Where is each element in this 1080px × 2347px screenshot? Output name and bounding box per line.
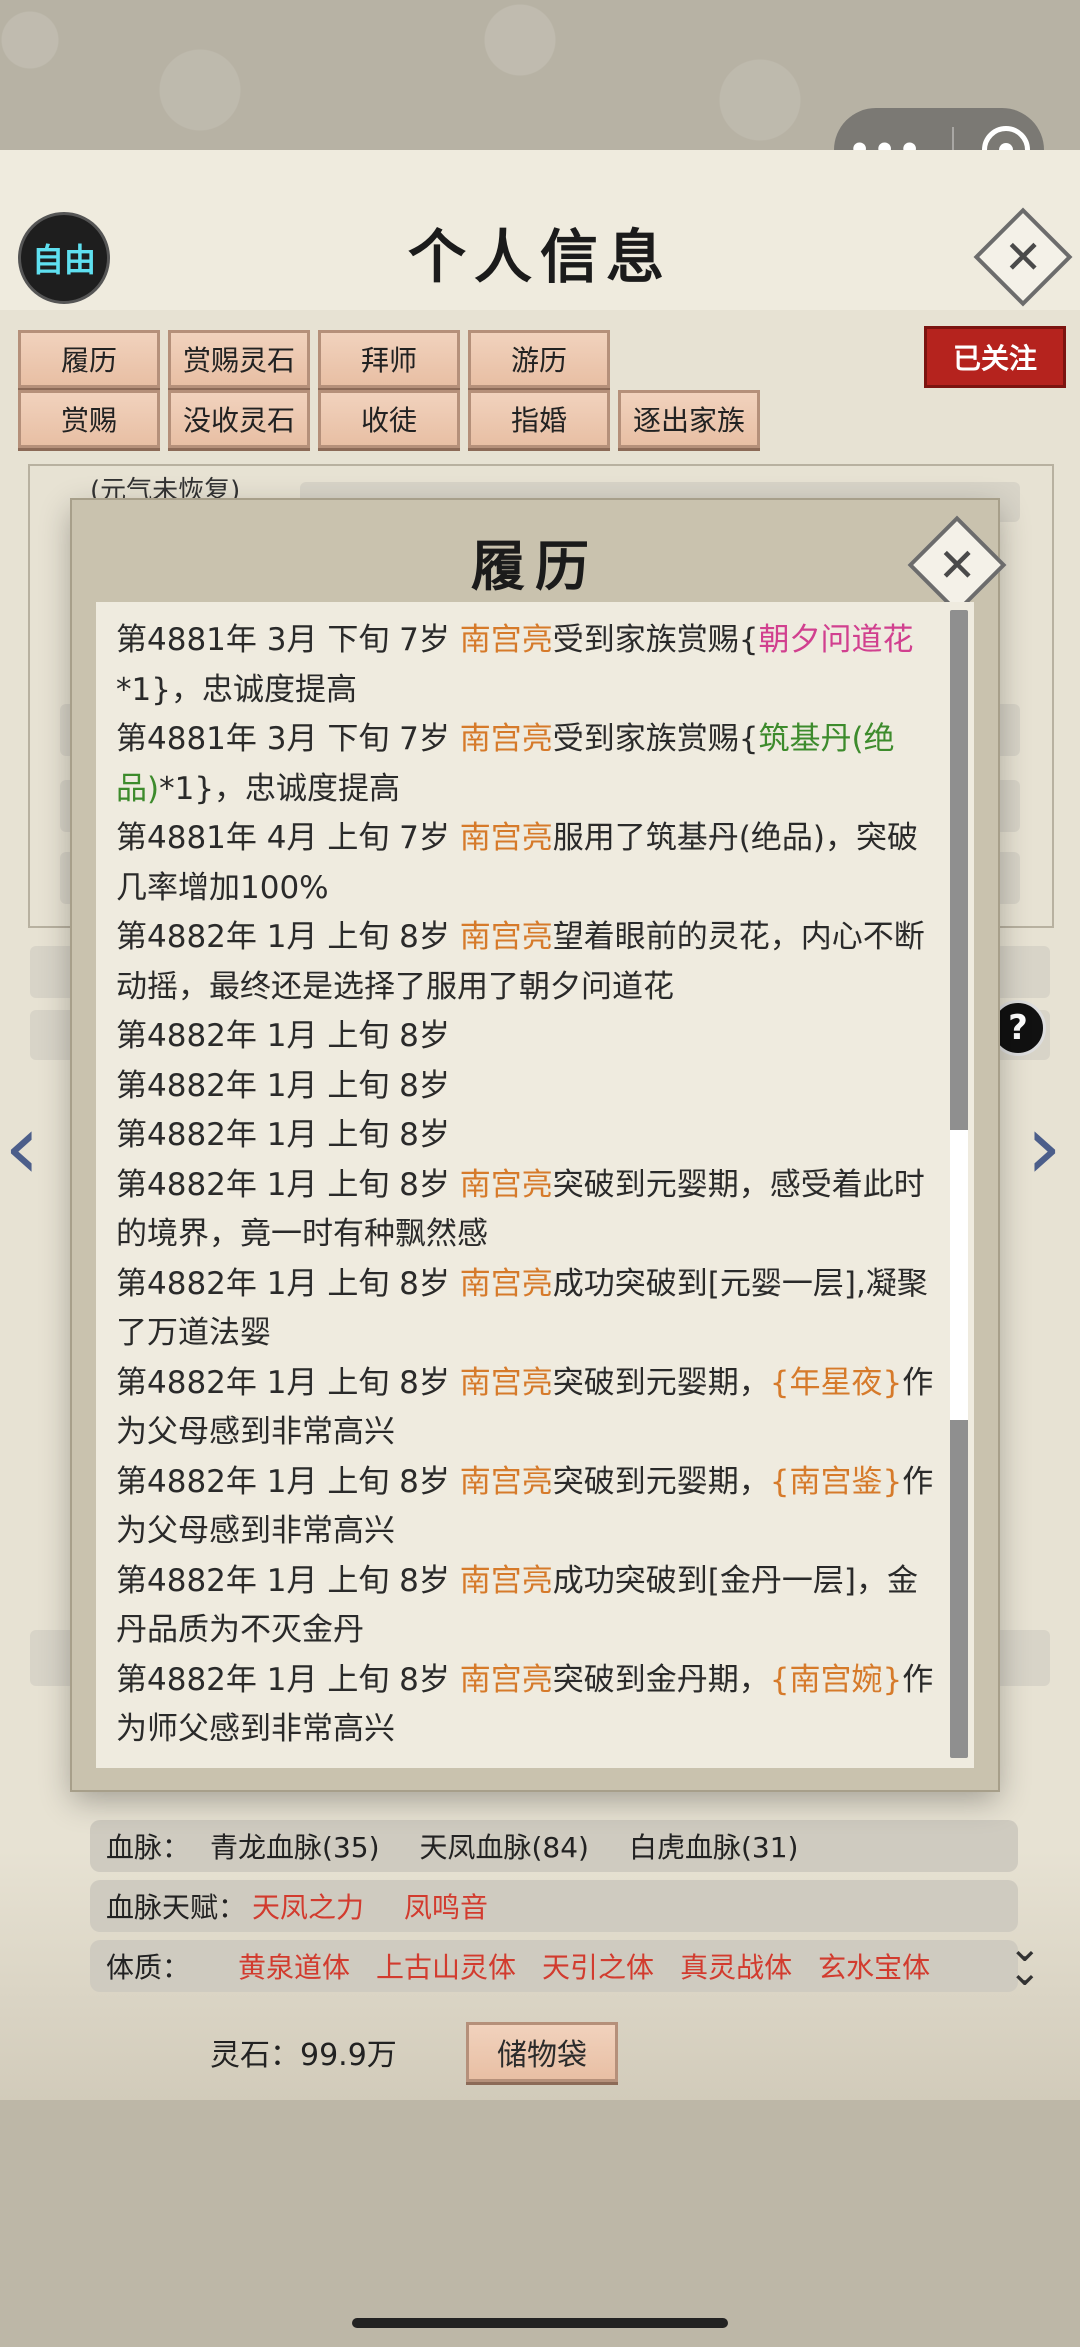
history-button[interactable]: 履历 — [18, 330, 160, 388]
bloodline-label: 血脉： — [106, 1831, 191, 1864]
talent-item: 凤鸣音 — [404, 1891, 489, 1924]
scrollbar-thumb[interactable] — [950, 1130, 968, 1420]
physique-row: 体质： 黄泉道体 上古山灵体 天引之体 真灵战体 玄水宝体 — [90, 1940, 1018, 1992]
character-name[interactable]: 南宫亮 — [460, 1266, 553, 1302]
confiscate-spirit-stones-button[interactable]: 没收灵石 — [168, 390, 310, 448]
history-list: 第4881年 3月 下旬 7岁 南宫亮受到家族赏赐{朝夕问道花*1}，忠诚度提高… — [116, 616, 940, 1755]
previous-arrow-icon[interactable]: ‹ — [4, 1095, 40, 1200]
history-entry: 第4882年 1月 上旬 8岁 — [116, 1117, 450, 1153]
spirit-stones-count: 灵石：99.9万 — [210, 2038, 397, 2073]
history-entry: 第4882年 1月 上旬 8岁 南宫亮突破到元婴期，{年星夜}作为父母感到非常高… — [116, 1364, 934, 1451]
apprentice-button[interactable]: 拜师 — [318, 330, 460, 388]
physique-item: 黄泉道体 — [238, 1951, 351, 1984]
history-entry: 第4881年 4月 上旬 7岁 南宫亮服用了筑基丹(绝品)，突破几率增加100% — [116, 820, 918, 906]
home-indicator[interactable] — [352, 2318, 728, 2328]
help-icon[interactable]: ? — [990, 1000, 1046, 1056]
physique-item: 真灵战体 — [680, 1951, 793, 1984]
character-name[interactable]: 南宫亮 — [460, 1365, 553, 1401]
history-entry: 第4882年 1月 上旬 8岁 南宫亮突破到元婴期，感受着此时的境界，竟一时有种… — [116, 1166, 925, 1253]
modal-title: 履历 — [471, 534, 599, 598]
bloodline-talent-row: 血脉天赋： 天凤之力 凤鸣音 — [90, 1880, 1018, 1932]
expel-from-family-button[interactable]: 逐出家族 — [618, 390, 760, 448]
bloodline-row: 血脉： 青龙血脉(35) 天凤血脉(84) 白虎血脉(31) — [90, 1820, 1018, 1872]
double-chevron-down-icon[interactable]: ⌄ ⌄ — [1008, 1928, 1042, 1992]
physique-item: 玄水宝体 — [818, 1951, 931, 1984]
bloodline-talent-label: 血脉天赋： — [106, 1891, 247, 1924]
character-name[interactable]: 南宫亮 — [460, 820, 553, 856]
relative-name[interactable]: {南宫鉴} — [770, 1464, 902, 1500]
bloodline-item: 青龙血脉(35) — [210, 1831, 380, 1864]
reward-button[interactable]: 赏赐 — [18, 390, 160, 448]
relative-name[interactable]: {年星夜} — [770, 1365, 902, 1401]
relative-name[interactable]: {南宫婉} — [770, 1662, 902, 1698]
history-entry: 第4882年 1月 上旬 8岁 南宫亮成功突破到[金丹一层]，金丹品质为不灭金丹 — [116, 1562, 918, 1649]
physique-label: 体质： — [106, 1951, 191, 1984]
history-modal: 履历 ✕ 第4881年 3月 下旬 7岁 南宫亮受到家族赏赐{朝夕问道花*1}，… — [72, 500, 1007, 1790]
character-name[interactable]: 南宫亮 — [460, 1464, 553, 1500]
history-entry: 第4882年 1月 上旬 8岁 南宫亮望着眼前的灵花，内心不断动摇，最终还是选择… — [116, 919, 925, 1005]
storage-bag-button[interactable]: 储物袋 — [466, 2022, 618, 2082]
history-log[interactable]: 第4881年 3月 下旬 7岁 南宫亮受到家族赏赐{朝夕问道花*1}，忠诚度提高… — [96, 602, 974, 1768]
history-entry: 第4882年 1月 上旬 8岁 南宫亮成功突破到[元婴一层],凝聚了万道法婴 — [116, 1265, 928, 1352]
character-name[interactable]: 南宫亮 — [460, 721, 553, 757]
scrollbar[interactable] — [950, 610, 968, 1758]
bloodline-item: 天凤血脉(84) — [419, 1831, 589, 1864]
character-name[interactable]: 南宫亮 — [460, 1167, 553, 1203]
history-entry: 第4881年 3月 下旬 7岁 南宫亮受到家族赏赐{筑基丹(绝品)*1}，忠诚度… — [116, 721, 895, 807]
physique-item: 上古山灵体 — [376, 1951, 517, 1984]
take-disciple-button[interactable]: 收徒 — [318, 390, 460, 448]
reward-spirit-stones-button[interactable]: 赏赐灵石 — [168, 330, 310, 388]
talent-item: 天凤之力 — [252, 1891, 365, 1924]
bloodline-item: 白虎血脉(31) — [628, 1831, 799, 1864]
arrange-marriage-button[interactable]: 指婚 — [468, 390, 610, 448]
close-icon: ✕ — [937, 537, 977, 592]
history-entry: 第4882年 1月 上旬 8岁 — [116, 1018, 450, 1054]
item-name: 朝夕问道花 — [758, 622, 914, 658]
close-icon: ✕ — [1003, 229, 1043, 284]
travel-button[interactable]: 游历 — [468, 330, 610, 388]
history-entry: 第4882年 1月 上旬 8岁 南宫亮突破到元婴期，{南宫鉴}作为父母感到非常高… — [116, 1463, 934, 1550]
history-entry: 第4882年 1月 上旬 8岁 南宫亮突破到金丹期，{南宫婉}作为师父感到非常高… — [116, 1661, 934, 1748]
history-entry: 第4882年 1月 上旬 8岁 — [116, 1067, 450, 1104]
page-title: 个人信息 — [407, 223, 672, 291]
character-name[interactable]: 南宫亮 — [460, 622, 553, 658]
character-name[interactable]: 南宫亮 — [460, 919, 553, 955]
character-name[interactable]: 南宫亮 — [460, 1563, 553, 1599]
next-arrow-icon[interactable]: › — [1026, 1095, 1062, 1200]
physique-item: 天引之体 — [542, 1951, 655, 1984]
followed-tag[interactable]: 已关注 — [924, 326, 1066, 388]
history-entry: 第4881年 3月 下旬 7岁 南宫亮受到家族赏赐{朝夕问道花*1}，忠诚度提高 — [116, 622, 914, 708]
character-name[interactable]: 南宫亮 — [460, 1662, 553, 1698]
